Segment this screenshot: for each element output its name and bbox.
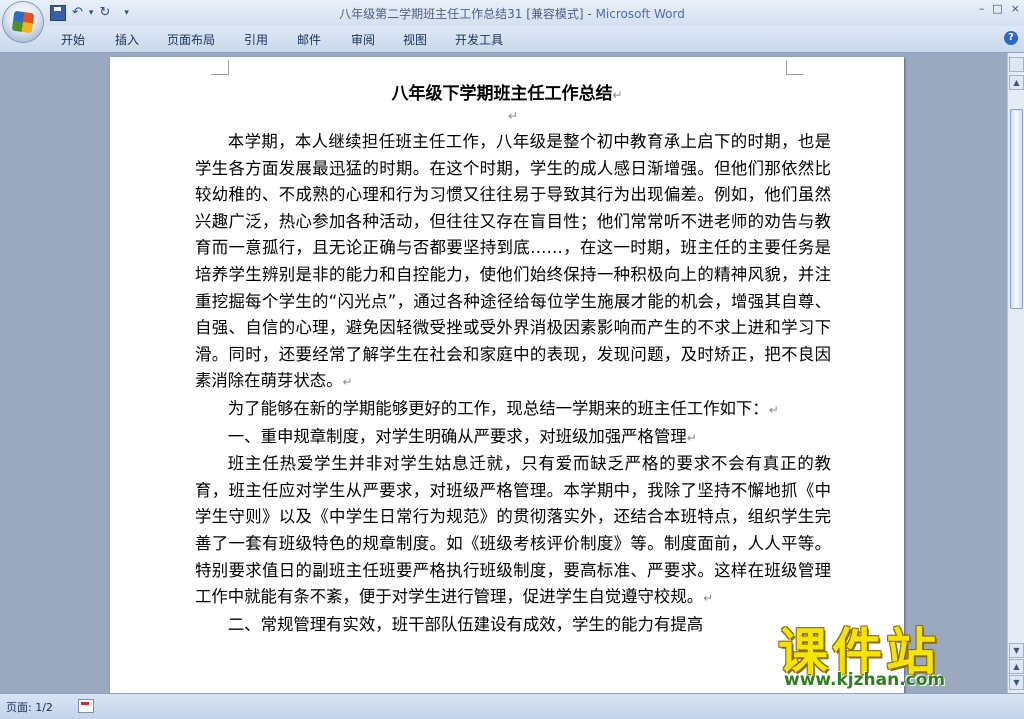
tab-insert[interactable]: 插入 (115, 31, 139, 48)
margin-corner-mark (786, 60, 804, 75)
page-count[interactable]: 页面: 1/2 (6, 699, 53, 715)
paragraph-mark: ↵ (508, 109, 519, 123)
section-heading: 二、常规管理有实效，班干部队伍建设有成效，学生的能力有提高 (227, 614, 704, 634)
body-paragraph: 班主任热爱学生并非对学生姑息迁就，只有爱而缺乏严格的要求不会有真正的教育，班主任… (195, 454, 831, 607)
tab-mailings[interactable]: 邮件 (297, 31, 321, 48)
paragraph-mark: ↵ (686, 430, 697, 445)
margin-corner-mark (211, 60, 229, 75)
paragraph-mark: ↵ (768, 402, 779, 417)
section-heading: 一、重申规章制度，对学生明确从严要求，对班级加强严格管理↵ (227, 426, 697, 446)
tab-home[interactable]: 开始 (61, 31, 85, 48)
body-paragraph: 为了能够在新的学期能够更好的工作，现总结一学期来的班主任工作如下：↵ (227, 398, 779, 418)
maximize-button[interactable]: □ (992, 2, 1002, 15)
window-title: 八年级第二学期班主任工作总结31 [兼容模式] - Microsoft Word (339, 7, 685, 21)
tab-page-layout[interactable]: 页面布局 (167, 31, 215, 48)
office-logo-icon (11, 10, 35, 34)
ribbon-tabs: 开始 插入 页面布局 引用 邮件 审阅 视图 开发工具 (0, 26, 1024, 53)
vertical-scrollbar[interactable]: ▲ ▼ ▲ ▼ (1007, 53, 1024, 693)
watermark-logo: 课件站 www.kjzhan.com (778, 612, 1018, 692)
document-title: 八年级下学期班主任工作总结↵ (391, 84, 623, 104)
paragraph-mark: ↵ (703, 591, 714, 606)
tab-references[interactable]: 引用 (244, 31, 268, 48)
watermark-url: www.kjzhan.com (784, 670, 946, 690)
title-bar: ↶ ▾ ↻ ▾ 八年级第二学期班主任工作总结31 [兼容模式] - Micros… (0, 0, 1024, 26)
document-area: 八年级下学期班主任工作总结↵ ↵ 本学期，本人继续担任班主任工作，八年级是整个初… (0, 53, 1007, 717)
paragraph-mark: ↵ (612, 88, 623, 102)
document-body[interactable]: 本学期，本人继续担任班主任工作，八年级是整个初中教育承上启下的时期，也是学生各方… (195, 129, 831, 638)
scroll-up-icon[interactable]: ▲ (1009, 75, 1024, 90)
minimize-button[interactable]: – (979, 2, 985, 15)
language-icon[interactable] (78, 699, 94, 713)
status-bar: 页面: 1/2 (0, 693, 1024, 719)
app-name: Microsoft Word (595, 7, 685, 21)
paragraph-mark: ↵ (342, 375, 353, 390)
close-button[interactable]: × (1011, 2, 1020, 15)
tab-view[interactable]: 视图 (403, 31, 427, 48)
office-button[interactable] (3, 2, 43, 42)
help-icon[interactable]: ? (1004, 31, 1018, 45)
scroll-thumb[interactable] (1010, 109, 1023, 309)
window-controls: – □ × (979, 2, 1020, 15)
body-paragraph: 本学期，本人继续担任班主任工作，八年级是整个初中教育承上启下的时期，也是学生各方… (195, 132, 831, 391)
tab-review[interactable]: 审阅 (351, 31, 375, 48)
tab-developer[interactable]: 开发工具 (455, 31, 503, 48)
ruler-toggle-icon[interactable] (1009, 57, 1024, 72)
